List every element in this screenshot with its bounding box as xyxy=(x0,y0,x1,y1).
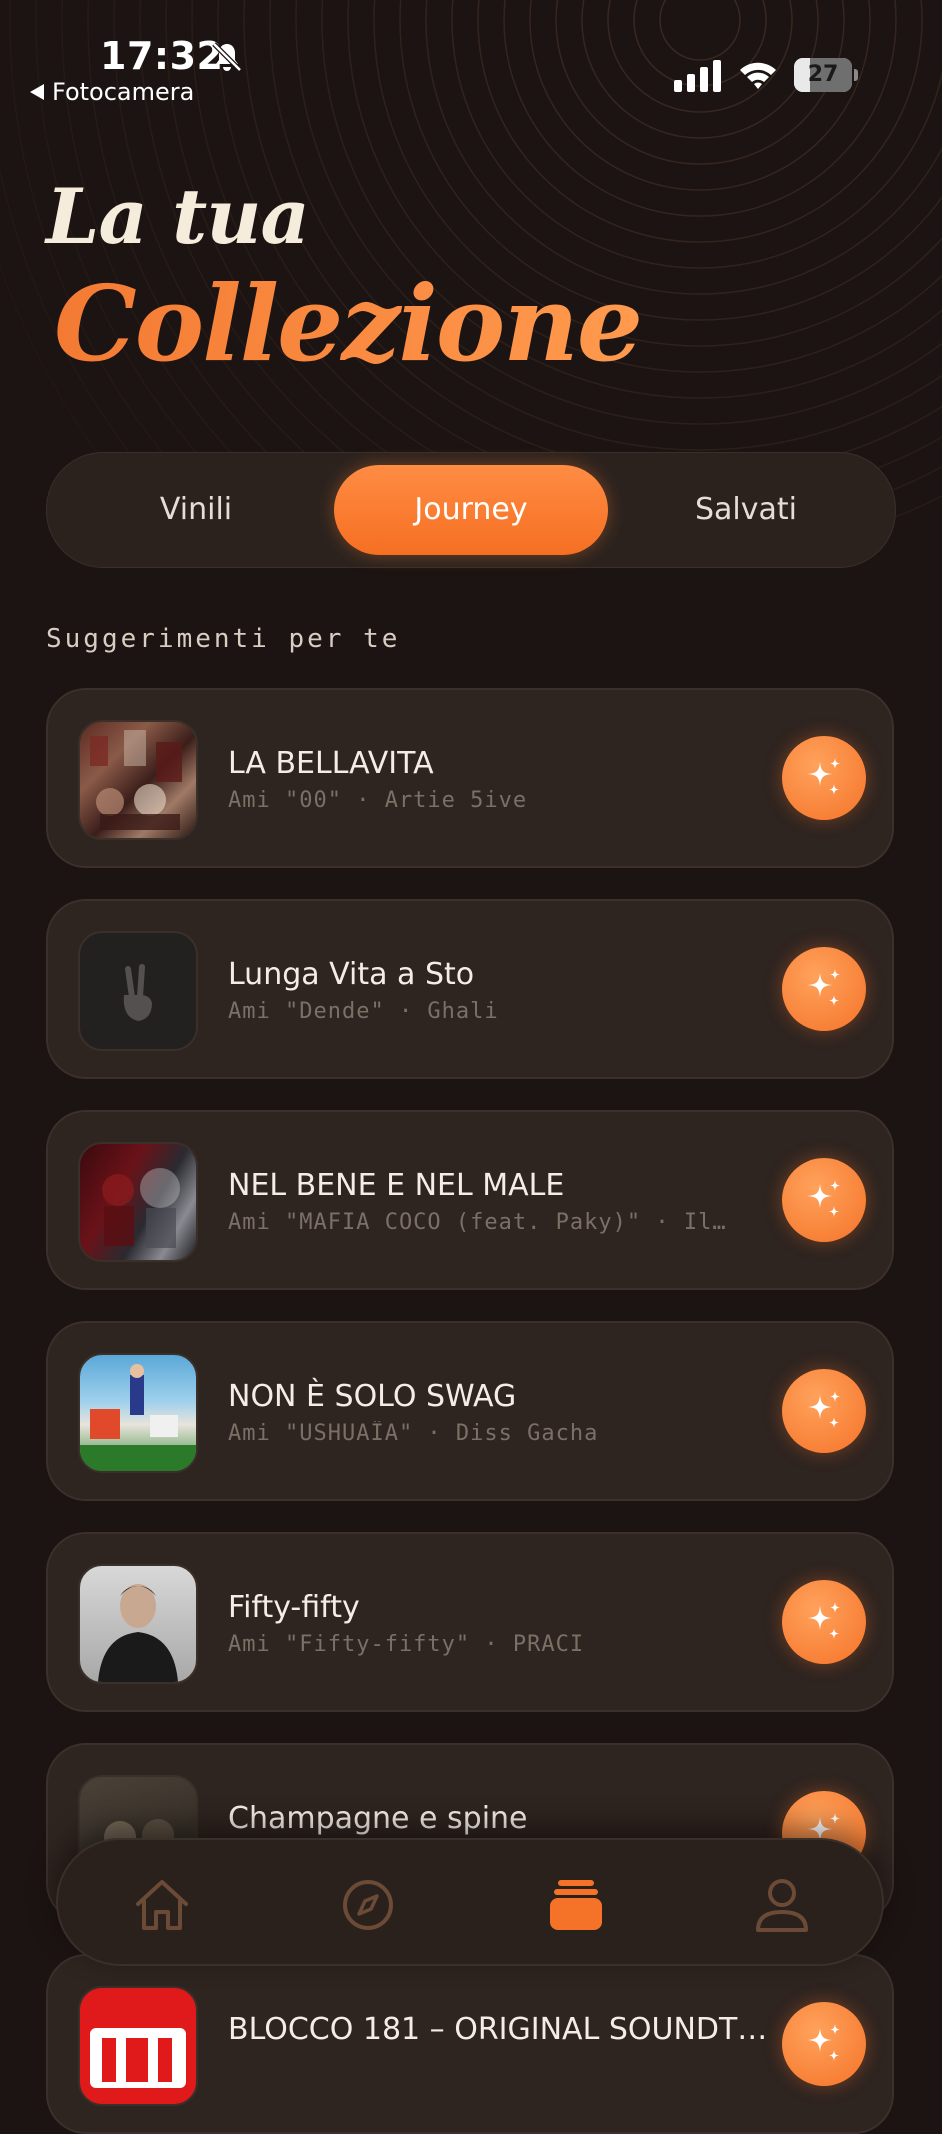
page-title-line2: Collezione xyxy=(54,262,643,385)
compass-icon[interactable] xyxy=(338,1876,398,1934)
collection-tabs: Vinili Journey Salvati xyxy=(46,452,896,568)
suggestion-card[interactable]: Lunga Vita a Sto Ami "Dende" · Ghali xyxy=(46,899,894,1079)
sparkle-button[interactable] xyxy=(782,947,866,1031)
album-art xyxy=(78,1986,198,2106)
album-art xyxy=(78,1142,198,1262)
bell-muted-icon xyxy=(212,42,242,72)
sparkle-icon xyxy=(808,969,840,1006)
sparkle-button[interactable] xyxy=(782,1580,866,1664)
song-title: NEL BENE E NEL MALE xyxy=(228,1168,565,1203)
song-subtitle: Ami "Dende" · Ghali xyxy=(228,999,499,1024)
page-title-line1: La tua xyxy=(46,172,310,261)
collection-stack-icon[interactable] xyxy=(546,1876,606,1934)
status-bar: 17:32 Fotocamera 27 xyxy=(0,0,942,120)
peace-hand-icon xyxy=(123,964,152,1021)
song-title: BLOCCO 181 – ORIGINAL SOUNDT… xyxy=(228,2012,768,2047)
song-subtitle: Ami "00" · Artie 5ive xyxy=(228,788,528,813)
bottom-navigation xyxy=(56,1838,884,1966)
status-time: 17:32 xyxy=(100,34,224,78)
sparkle-button[interactable] xyxy=(782,2002,866,2086)
album-art xyxy=(78,1353,198,1473)
album-art xyxy=(78,720,198,840)
suggestion-card[interactable]: BLOCCO 181 – ORIGINAL SOUNDT… xyxy=(46,1954,894,2134)
section-heading-suggestions: Suggerimenti per te xyxy=(46,624,401,654)
back-to-app-link[interactable]: Fotocamera xyxy=(30,78,194,106)
sparkle-button[interactable] xyxy=(782,736,866,820)
sparkle-button[interactable] xyxy=(782,1158,866,1242)
wifi-icon xyxy=(740,62,776,89)
tab-salvati[interactable]: Salvati xyxy=(609,465,883,555)
album-art xyxy=(78,1564,198,1684)
song-subtitle: Ami "USHUAÏA" · Diss Gacha xyxy=(228,1421,599,1446)
tab-vinili[interactable]: Vinili xyxy=(59,465,333,555)
back-app-label: Fotocamera xyxy=(52,78,195,106)
song-title: NON È SOLO SWAG xyxy=(228,1379,517,1414)
home-icon[interactable] xyxy=(132,1876,192,1934)
cellular-signal-icon xyxy=(674,60,721,92)
sparkle-icon xyxy=(808,1180,840,1217)
song-subtitle: Ami "MAFIA COCO (feat. Paky)" · Il… xyxy=(228,1210,727,1235)
suggestion-card[interactable]: Fifty-fifty Ami "Fifty-fifty" · PRACI xyxy=(46,1532,894,1712)
song-title: LA BELLAVITA xyxy=(228,746,434,781)
profile-icon[interactable] xyxy=(752,1876,812,1934)
song-title: Lunga Vita a Sto xyxy=(228,957,475,992)
song-subtitle: Ami "Fifty-fifty" · PRACI xyxy=(228,1632,585,1657)
sparkle-icon xyxy=(808,2024,840,2061)
battery-indicator: 27 xyxy=(794,58,858,92)
suggestion-card[interactable]: LA BELLAVITA Ami "00" · Artie 5ive xyxy=(46,688,894,868)
sparkle-icon xyxy=(808,758,840,795)
sparkle-icon xyxy=(808,1391,840,1428)
suggestion-card[interactable]: NEL BENE E NEL MALE Ami "MAFIA COCO (fea… xyxy=(46,1110,894,1290)
battery-percent: 27 xyxy=(807,62,839,87)
sparkle-icon xyxy=(808,1602,840,1639)
sparkle-button[interactable] xyxy=(782,1369,866,1453)
album-art xyxy=(78,931,198,1051)
tab-journey[interactable]: Journey xyxy=(334,465,608,555)
song-title: Champagne e spine xyxy=(228,1801,528,1836)
back-triangle-icon xyxy=(30,84,44,100)
song-title: Fifty-fifty xyxy=(228,1590,360,1625)
suggestion-card[interactable]: NON È SOLO SWAG Ami "USHUAÏA" · Diss Gac… xyxy=(46,1321,894,1501)
